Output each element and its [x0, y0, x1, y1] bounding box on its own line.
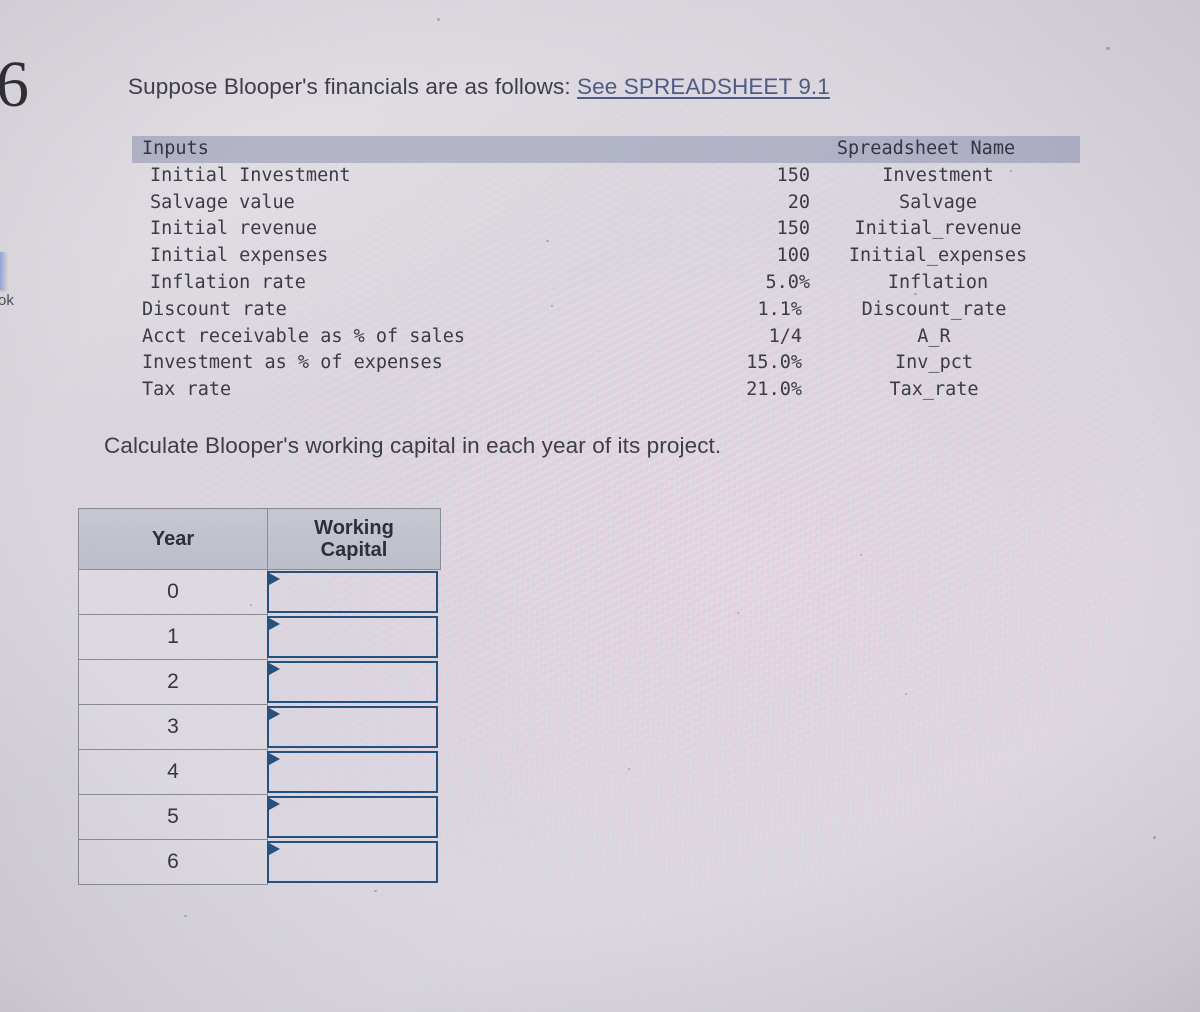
table-row: 6 — [78, 839, 441, 885]
page-content: 6 ok Suppose Blooper's financials are as… — [0, 0, 1200, 1012]
working-capital-cell — [267, 840, 441, 885]
working-capital-table-body: 0123456 — [78, 569, 441, 885]
working-capital-cell — [267, 795, 441, 840]
working-capital-input[interactable] — [267, 571, 438, 614]
inputs-row-spreadsheet-name: A_R — [917, 325, 951, 347]
working-capital-input[interactable] — [267, 661, 438, 703]
inputs-table-row: Tax rate 21.0% Tax_rate — [132, 377, 1080, 404]
working-capital-input[interactable] — [267, 751, 438, 793]
working-capital-cell — [267, 750, 441, 795]
cell-marker-triangle-icon — [269, 663, 280, 675]
working-capital-input[interactable] — [267, 841, 438, 883]
inputs-row-value: 15.0% — [746, 352, 802, 374]
cell-marker-triangle-icon — [269, 618, 280, 630]
cell-marker-triangle-icon — [269, 573, 280, 586]
inputs-table-row: Inflation rate 5.0% Inflation — [132, 270, 1080, 297]
year-cell: 2 — [78, 659, 268, 705]
inputs-table-header-row: Inputs Spreadsheet Name — [132, 136, 1080, 163]
inputs-row-spreadsheet-name: Initial_revenue — [854, 218, 1022, 240]
problem-statement-text: Suppose Blooper's financials are as foll… — [128, 74, 578, 99]
inputs-row-value: 21.0% — [746, 379, 802, 401]
left-edge-widget — [0, 252, 6, 290]
inputs-table-row: Salvage value 20 Salvage — [132, 190, 1080, 217]
task-statement: Calculate Blooper's working capital in e… — [104, 433, 722, 458]
inputs-row-label: Initial Investment — [150, 164, 351, 186]
inputs-table-row: Initial revenue 150 Initial_revenue — [132, 216, 1080, 243]
inputs-table-body: Initial Investment 150 Investment Salvage v… — [132, 163, 1080, 404]
inputs-row-spreadsheet-name: Inflation — [887, 271, 989, 293]
year-cell: 1 — [78, 614, 268, 660]
inputs-row-value: 100 — [776, 245, 810, 267]
inputs-table-row: Acct receivable as % of sales 1/4 A_R — [132, 324, 1080, 351]
left-edge-label: ok — [0, 292, 14, 309]
column-header-working-capital-line1: Working — [314, 516, 394, 539]
year-cell: 4 — [78, 749, 268, 795]
problem-statement: Suppose Blooper's financials are as foll… — [128, 74, 830, 100]
inputs-row-spreadsheet-name: Discount_rate — [861, 298, 1007, 320]
spreadsheet-link[interactable]: See SPREADSHEET 9.1 — [577, 74, 830, 99]
table-row: 3 — [78, 704, 441, 750]
inputs-row-value: 150 — [776, 164, 810, 186]
inputs-row-label: Acct receivable as % of sales — [142, 325, 466, 347]
year-cell: 0 — [78, 569, 268, 615]
column-header-year: Year — [78, 508, 268, 570]
cell-marker-triangle-icon — [269, 753, 280, 765]
table-row: 0 — [78, 569, 441, 615]
year-cell: 5 — [78, 794, 268, 840]
inputs-row-label: Tax rate — [142, 379, 232, 401]
inputs-row-spreadsheet-name: Tax_rate — [889, 379, 979, 401]
inputs-row-label: Investment as % of expenses — [142, 352, 443, 374]
inputs-row-label: Salvage value — [150, 191, 295, 213]
working-capital-input[interactable] — [267, 616, 438, 658]
inputs-header-spreadsheet-name: Spreadsheet Name — [836, 138, 1016, 159]
working-capital-input[interactable] — [267, 796, 438, 838]
inputs-row-label: Inflation rate — [150, 271, 306, 293]
inputs-table-row: Initial expenses 100 Initial_expenses — [132, 243, 1080, 270]
cell-marker-triangle-icon — [269, 708, 280, 720]
inputs-row-value: 20 — [787, 191, 810, 213]
year-cell: 6 — [78, 839, 268, 885]
working-capital-cell — [267, 570, 441, 615]
working-capital-table-head: Year Working Capital — [78, 508, 441, 570]
working-capital-table: Year Working Capital 0123456 — [78, 508, 441, 885]
inputs-row-value: 5.0% — [765, 271, 810, 293]
inputs-table-row: Discount rate 1.1% Discount_rate — [132, 297, 1080, 324]
table-row: 4 — [78, 749, 441, 795]
column-header-working-capital-line2: Capital — [320, 539, 388, 561]
year-cell: 3 — [78, 704, 268, 750]
table-row: 1 — [78, 614, 441, 660]
page-number: 6 — [0, 48, 29, 121]
working-capital-cell — [267, 660, 441, 705]
working-capital-cell — [267, 705, 441, 750]
column-header-working-capital: Working Capital — [267, 508, 441, 570]
inputs-row-value: 1/4 — [768, 325, 802, 347]
inputs-table-row: Initial Investment 150 Investment — [132, 163, 1080, 190]
inputs-row-label: Initial revenue — [150, 218, 318, 240]
working-capital-input[interactable] — [267, 706, 438, 748]
inputs-table: Inputs Spreadsheet Name Initial Investme… — [132, 136, 1080, 404]
inputs-header-label: Inputs — [142, 138, 209, 159]
inputs-table-row: Investment as % of expenses 15.0% Inv_pct — [132, 350, 1080, 377]
table-row: 5 — [78, 794, 441, 840]
inputs-row-spreadsheet-name: Initial_expenses — [848, 245, 1028, 267]
inputs-row-spreadsheet-name: Salvage — [899, 191, 977, 213]
inputs-row-label: Initial expenses — [150, 245, 329, 267]
working-capital-header-row: Year Working Capital — [78, 508, 441, 570]
inputs-row-value: 1.1% — [757, 298, 802, 320]
inputs-row-label: Discount rate — [142, 298, 287, 320]
table-row: 2 — [78, 659, 441, 705]
inputs-row-value: 150 — [776, 218, 810, 240]
cell-marker-triangle-icon — [269, 798, 280, 810]
cell-marker-triangle-icon — [269, 843, 280, 855]
inputs-row-spreadsheet-name: Inv_pct — [895, 352, 973, 374]
inputs-row-spreadsheet-name: Investment — [882, 164, 994, 186]
working-capital-cell — [267, 615, 441, 660]
